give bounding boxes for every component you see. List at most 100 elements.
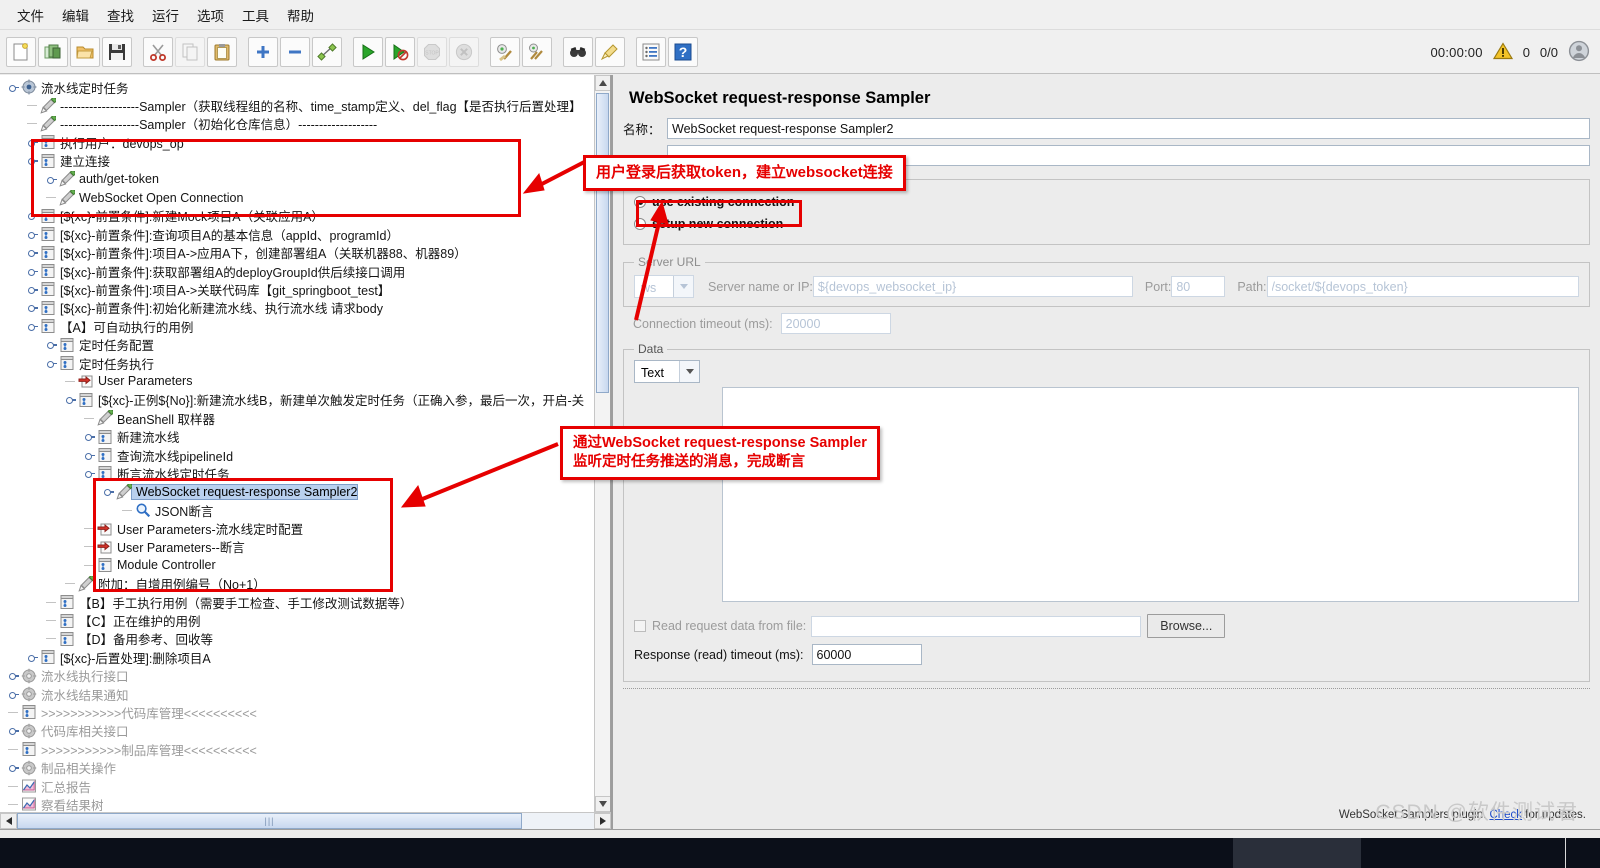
paste-icon[interactable] (207, 36, 237, 67)
tree-node[interactable]: 流水线结果通知 (0, 685, 594, 703)
tree-node[interactable]: [${xc}-前置条件]:项目A->关联代码库【git_springboot_t… (0, 280, 594, 298)
protocol-combo[interactable]: ws (634, 275, 694, 298)
tree-node[interactable]: 代码库相关接口 (0, 722, 594, 740)
tree-expand-toggle-icon[interactable] (8, 725, 19, 736)
tree-node[interactable]: BeanShell 取样器 (0, 409, 594, 427)
chevron-down-icon[interactable] (673, 276, 693, 297)
tree-node[interactable]: [${xc}-前置条件]:查询项目A的基本信息（appId、programId） (0, 225, 594, 243)
tree-node[interactable]: User Parameters (0, 372, 594, 390)
tree-node[interactable]: 流水线执行接口 (0, 667, 594, 685)
tree-expand-toggle-icon[interactable] (27, 210, 38, 221)
tree-expand-toggle-icon[interactable] (8, 670, 19, 681)
hscroll-track[interactable]: ||| (17, 813, 594, 829)
tree-expand-toggle-icon[interactable] (27, 137, 38, 148)
tree-expand-toggle-icon[interactable] (27, 266, 38, 277)
request-payload-textarea[interactable] (722, 387, 1579, 602)
tree-expand-toggle-icon[interactable] (84, 431, 95, 442)
path-input[interactable] (1266, 276, 1579, 297)
tree-collapse-toggle-icon[interactable] (46, 358, 57, 369)
menu-run[interactable]: 运行 (143, 1, 188, 29)
tree-horizontal-scrollbar[interactable]: ||| (0, 812, 611, 829)
tree-expand-toggle-icon[interactable] (27, 284, 38, 295)
tree-node-selected[interactable]: WebSocket request-response Sampler2 (0, 483, 594, 501)
tree-node[interactable]: -------------------Sampler（初始化仓库信息）-----… (0, 115, 594, 133)
help-icon[interactable]: ? (668, 36, 698, 67)
clear-all-icon[interactable] (522, 36, 552, 67)
tree-node[interactable]: 【B】手工执行用例（需要手工检查、手工修改测试数据等） (0, 593, 594, 611)
collapse-all-icon[interactable] (280, 36, 310, 67)
menu-edit[interactable]: 编辑 (53, 1, 98, 29)
tree-node[interactable]: 断言流水线定时任务 (0, 464, 594, 482)
templates-new-icon[interactable] (38, 36, 68, 67)
tree-expand-toggle-icon[interactable] (27, 247, 38, 258)
tree-node[interactable]: -------------------Sampler（获取线程组的名称、time… (0, 96, 594, 114)
tree-expand-toggle-icon[interactable] (27, 302, 38, 313)
tree-node[interactable]: JSON断言 (0, 501, 594, 519)
tree-node[interactable]: >>>>>>>>>>>代码库管理<<<<<<<<<< (0, 703, 594, 721)
copy-icon[interactable] (175, 36, 205, 67)
tree-expand-toggle-icon[interactable] (27, 652, 38, 663)
tree-node[interactable]: 制品相关操作 (0, 758, 594, 776)
tree-hscroll-thumb[interactable]: ||| (17, 813, 522, 829)
tree-node[interactable]: >>>>>>>>>>>制品库管理<<<<<<<<<< (0, 740, 594, 758)
tree-node[interactable]: 新建流水线 (0, 427, 594, 445)
tree-node[interactable]: [${xc}-前置条件]:新建Mock项目A（关联应用A） (0, 207, 594, 225)
stop-icon[interactable]: STOP (417, 36, 447, 67)
warning-triangle-icon[interactable] (1492, 41, 1513, 63)
tree-expand-toggle-icon[interactable] (46, 174, 57, 185)
tree-node[interactable]: [${xc}-后置处理]:删除项目A (0, 648, 594, 666)
shutdown-icon[interactable] (449, 36, 479, 67)
response-timeout-input[interactable] (811, 644, 922, 665)
save-icon[interactable] (102, 36, 132, 67)
tree-expand-toggle-icon[interactable] (27, 229, 38, 240)
tree-collapse-toggle-icon[interactable] (8, 82, 19, 93)
menu-file[interactable]: 文件 (8, 1, 53, 29)
menu-search[interactable]: 查找 (98, 1, 143, 29)
tree-node[interactable]: 流水线定时任务 (0, 78, 594, 96)
tree-node[interactable]: [${xc}-正例${No}]:新建流水线B，新建单次触发定时任务（正确入参，最… (0, 391, 594, 409)
tree-node[interactable]: WebSocket Open Connection (0, 188, 594, 206)
tree-node[interactable]: [${xc}-前置条件]:获取部署组A的deployGroupId供后续接口调用 (0, 262, 594, 280)
start-icon[interactable] (353, 36, 383, 67)
tree-node[interactable]: 定时任务配置 (0, 335, 594, 353)
tree-node[interactable]: [${xc}-前置条件]:项目A->应用A下，创建部署组A（关联机器88、机器8… (0, 244, 594, 262)
tree-collapse-toggle-icon[interactable] (27, 155, 38, 166)
tree-collapse-toggle-icon[interactable] (65, 394, 76, 405)
tree-node[interactable]: [${xc}-前置条件]:初始化新建流水线、执行流水线 请求body (0, 299, 594, 317)
tree-node[interactable]: Module Controller (0, 556, 594, 574)
menu-options[interactable]: 选项 (188, 1, 233, 29)
tree-scroll-viewport[interactable]: 流水线定时任务 -------------------Sampler（获取线程组的… (0, 75, 611, 812)
server-name-input[interactable] (812, 276, 1133, 297)
tree-node[interactable]: 【D】备用参考、回收等 (0, 630, 594, 648)
reset-search-icon[interactable] (595, 36, 625, 67)
read-from-file-checkbox[interactable] (634, 620, 646, 632)
cut-icon[interactable] (143, 36, 173, 67)
tree-vscroll-thumb[interactable] (596, 93, 609, 393)
tree-expand-toggle-icon[interactable] (84, 450, 95, 461)
tree-node[interactable]: 定时任务执行 (0, 354, 594, 372)
browse-button[interactable]: Browse... (1147, 614, 1226, 638)
tree-collapse-toggle-icon[interactable] (103, 486, 114, 497)
tree-expand-toggle-icon[interactable] (8, 689, 19, 700)
tree-expand-toggle-icon[interactable] (8, 762, 19, 773)
clear-icon[interactable] (490, 36, 520, 67)
taskbar-active-window[interactable] (1233, 838, 1361, 868)
open-folder-icon[interactable] (70, 36, 100, 67)
scroll-down-arrow[interactable] (595, 796, 610, 812)
radio-use-existing-connection[interactable]: use existing connection (634, 192, 1579, 212)
start-no-timers-icon[interactable] (385, 36, 415, 67)
tree-node[interactable]: 汇总报告 (0, 777, 594, 795)
tree-node[interactable]: 察看结果树 (0, 795, 594, 812)
scroll-left-arrow[interactable] (0, 813, 17, 829)
menu-tools[interactable]: 工具 (233, 1, 278, 29)
tree-collapse-toggle-icon[interactable] (84, 468, 95, 479)
tree-collapse-toggle-icon[interactable] (27, 321, 38, 332)
scroll-up-arrow[interactable] (595, 75, 610, 91)
tree-node[interactable]: User Parameters--断言 (0, 538, 594, 556)
menu-help[interactable]: 帮助 (278, 1, 323, 29)
function-helper-icon[interactable] (636, 36, 666, 67)
tree-node[interactable]: 查询流水线pipelineId (0, 446, 594, 464)
tree-expand-toggle-icon[interactable] (46, 339, 57, 350)
data-type-combo[interactable]: Text (634, 360, 700, 383)
sampler-name-input[interactable] (667, 118, 1590, 139)
